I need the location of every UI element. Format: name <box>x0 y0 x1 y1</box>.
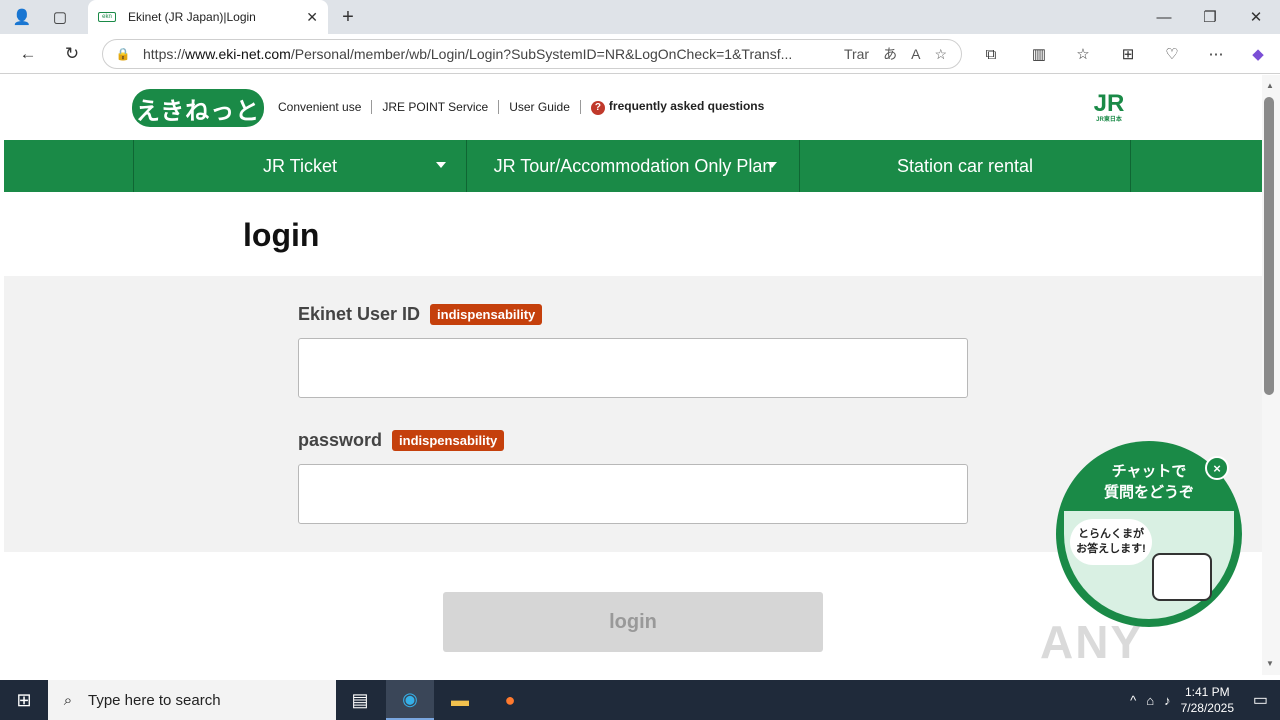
favorite-star-icon[interactable]: ☆ <box>934 46 947 63</box>
site-header: えきねっと Convenient use JRE POINT Service U… <box>4 75 1262 140</box>
required-badge: indispensability <box>392 430 505 451</box>
refresh-icon[interactable]: ↻ <box>58 42 86 66</box>
chevron-down-icon <box>767 162 777 168</box>
read-aloud-icon[interactable]: A <box>911 46 920 62</box>
nav-car-rental[interactable]: Station car rental <box>799 140 1131 192</box>
firefox-app-icon[interactable]: ● <box>486 680 534 720</box>
nav-jr-tour[interactable]: JR Tour/Accommodation Only Plan <box>466 140 799 192</box>
windows-start-icon[interactable]: ⊞ <box>0 680 48 720</box>
tab-actions-icon[interactable]: ▢ <box>48 6 72 28</box>
volume-icon[interactable]: ♪ <box>1164 693 1171 708</box>
nav-jr-ticket[interactable]: JR Ticket <box>133 140 466 192</box>
clock[interactable]: 1:41 PM 7/28/2025 <box>1181 684 1234 716</box>
file-explorer-icon[interactable]: ▬ <box>436 680 484 720</box>
header-links: Convenient use JRE POINT Service User Gu… <box>268 99 774 115</box>
system-tray: ^ ⌂ ♪ 1:41 PM 7/28/2025 <box>1130 680 1234 720</box>
window-close-icon[interactable]: ✕ <box>1244 6 1268 28</box>
link-jre-point[interactable]: JRE POINT Service <box>372 100 500 114</box>
search-icon: ⌕ <box>63 691 73 709</box>
chat-bubble: とらんくまが お答えします! <box>1070 519 1152 565</box>
profile-icon[interactable]: 👤 <box>10 6 34 28</box>
minimize-icon[interactable]: — <box>1152 6 1176 28</box>
favorites-icon[interactable]: ☆ <box>1071 42 1095 66</box>
translate-icon[interactable]: あ <box>883 44 897 64</box>
site-info-icon[interactable]: 🔒 <box>103 47 143 61</box>
network-icon[interactable]: ⌂ <box>1146 693 1154 708</box>
main-nav: JR Ticket JR Tour/Accommodation Only Pla… <box>4 140 1262 192</box>
scroll-down-icon[interactable]: ▼ <box>1266 659 1274 668</box>
page-viewport: えきねっと Convenient use JRE POINT Service U… <box>4 75 1262 675</box>
address-bar[interactable]: 🔒 https://www.eki-net.com/Personal/membe… <box>102 39 962 69</box>
required-badge: indispensability <box>430 304 543 325</box>
edge-app-icon[interactable]: ◉ <box>386 680 434 720</box>
password-input[interactable] <box>298 464 968 524</box>
split-screen-icon[interactable]: ▥ <box>1027 42 1051 66</box>
copilot-icon[interactable]: ◆ <box>1246 42 1270 66</box>
browser-tab-strip: 👤 ▢ ekn Ekinet (JR Japan)|Login ✕ + — ❐ … <box>0 0 1280 34</box>
link-user-guide[interactable]: User Guide <box>499 100 581 114</box>
notifications-icon[interactable]: ▭ <box>1253 690 1268 710</box>
page-scrollbar[interactable]: ▲ ▼ <box>1262 75 1280 675</box>
jr-east-logo[interactable]: JR JR東日本 <box>1086 91 1132 125</box>
login-button[interactable]: login <box>443 592 823 652</box>
page-title: login <box>243 217 320 253</box>
translate-label[interactable]: Trar <box>844 46 869 62</box>
restore-icon[interactable]: ❐ <box>1198 6 1222 28</box>
new-tab-icon[interactable]: + <box>336 6 360 28</box>
question-icon: ? <box>590 101 605 115</box>
scrollbar-thumb[interactable] <box>1264 97 1274 395</box>
link-convenient-use[interactable]: Convenient use <box>268 100 373 114</box>
windows-taskbar: ⊞ ⌕ Type here to search ▤ ◉ ▬ ● ^ ⌂ ♪ 1:… <box>0 680 1280 720</box>
ekinet-logo[interactable]: えきねっと <box>132 89 264 127</box>
collections-icon[interactable]: ⊞ <box>1116 42 1140 66</box>
task-view-icon[interactable]: ▤ <box>336 680 384 720</box>
back-icon[interactable]: ← <box>14 42 42 66</box>
browser-tab[interactable]: ekn Ekinet (JR Japan)|Login ✕ <box>88 0 328 34</box>
more-menu-icon[interactable]: ⋯ <box>1204 42 1228 66</box>
trunk-bear-mascot-icon <box>1152 553 1212 601</box>
watermark: ANY RUN <box>1040 616 1144 675</box>
password-label: password indispensability <box>298 430 505 451</box>
site-favicon-icon: ekn <box>98 12 116 22</box>
tab-close-icon[interactable]: ✕ <box>306 9 318 26</box>
search-placeholder: Type here to search <box>88 691 221 709</box>
user-id-label: Ekinet User ID indispensability <box>298 304 543 325</box>
taskbar-search[interactable]: ⌕ Type here to search <box>48 680 336 720</box>
tray-chevron-up-icon[interactable]: ^ <box>1130 693 1136 708</box>
chat-close-button[interactable]: × <box>1205 456 1229 480</box>
user-id-input[interactable] <box>298 338 968 398</box>
tab-title: Ekinet (JR Japan)|Login <box>128 10 256 24</box>
scroll-up-icon[interactable]: ▲ <box>1266 81 1274 90</box>
extensions-icon[interactable]: ⧉ <box>979 42 1003 66</box>
address-bar-row: ← ↻ 🔒 https://www.eki-net.com/Personal/m… <box>0 34 1280 74</box>
url-text: https://www.eki-net.com/Personal/member/… <box>143 46 793 62</box>
chevron-down-icon <box>436 162 446 168</box>
browser-essentials-icon[interactable]: ♡ <box>1160 42 1184 66</box>
link-faq[interactable]: ? frequently asked questions <box>581 99 774 115</box>
